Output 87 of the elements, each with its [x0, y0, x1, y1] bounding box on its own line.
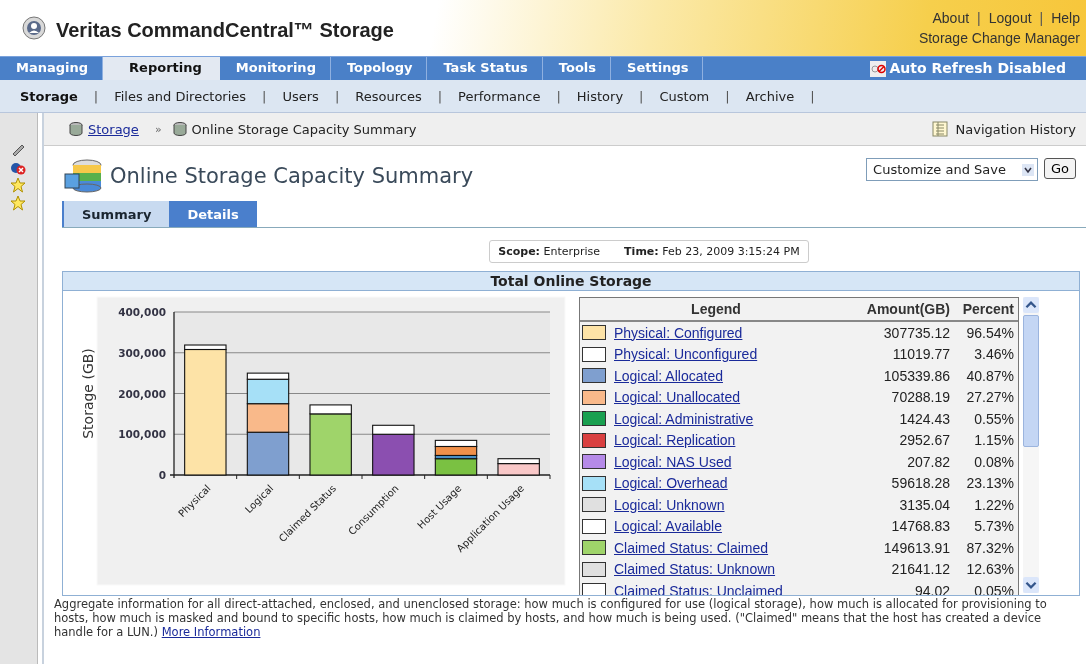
- link-separator: |: [1039, 10, 1044, 26]
- percent-cell-text: 12.63%: [965, 561, 1014, 578]
- percent-cell-text: 1.22%: [973, 496, 1014, 513]
- legend-link[interactable]: Logical: Allocated: [614, 367, 850, 384]
- amount-cell-text: 105339.86: [882, 367, 950, 384]
- amount-cell-text: 11019.77: [891, 346, 950, 363]
- legend-link[interactable]: Logical: Replication: [614, 432, 850, 449]
- page-title: Online Storage Capacity Summary: [110, 164, 474, 188]
- sub-tab[interactable]: Users: [282, 88, 319, 104]
- scope-text: Scope: Enterprise: [498, 245, 601, 258]
- view-tab[interactable]: Summary: [62, 201, 170, 227]
- tab-separator: |: [725, 88, 730, 104]
- main-tab[interactable]: Reporting: [103, 57, 220, 80]
- amount-cell-text: 70288.19: [890, 389, 950, 406]
- description-text: Aggregate information for all direct-attached, enclosed, and unenclosed storage: how much is configured for use (logical storage), how much is allocated for provisioning to hosts, how much is masked and bound to specific hosts, how much is claimed by hosts, and how much is being used. ("Claimed" means that the host has created a device handle for a LUN.) More Information: [54, 597, 1048, 639]
- tab-separator: |: [262, 88, 267, 104]
- tab-separator: |: [93, 88, 99, 104]
- view-tab[interactable]: Details: [169, 201, 257, 227]
- legend-link[interactable]: Claimed Status: Claimed: [614, 539, 850, 556]
- header-link[interactable]: About: [932, 10, 970, 26]
- percent-cell-text: 40.87%: [965, 367, 1014, 384]
- tab-separator: |: [639, 88, 644, 104]
- y-tick-label: 400,000: [118, 306, 166, 318]
- tab-separator: |: [556, 88, 561, 104]
- tab-separator: |: [810, 88, 815, 104]
- tab-separator: |: [437, 88, 443, 104]
- column-header: Percent: [961, 301, 1014, 317]
- legend-link[interactable]: Logical: NAS Used: [614, 453, 850, 470]
- auto-refresh-status: Auto Refresh Disabled: [889, 59, 1067, 78]
- amount-cell-text: 21641.12: [890, 561, 950, 578]
- legend-link[interactable]: Logical: Overhead: [614, 475, 850, 492]
- amount-cell-text: 207.82: [906, 453, 950, 470]
- customize-dropdown[interactable]: Customize and Save: [866, 158, 1038, 181]
- legend-link[interactable]: Physical: Configured: [614, 324, 850, 341]
- app-title: Veritas CommandCentral™ Storage: [56, 18, 394, 42]
- amount-cell-text: 149613.91: [882, 539, 950, 556]
- breadcrumb-separator: »: [154, 122, 162, 136]
- amount-cell-text: 3135.04: [898, 496, 950, 513]
- percent-cell-text: 3.46%: [973, 346, 1014, 363]
- y-tick-label: 200,000: [118, 387, 166, 400]
- sub-tab[interactable]: Storage: [20, 88, 78, 104]
- sub-tab[interactable]: Resources: [355, 88, 422, 104]
- navigation-history-link[interactable]: Navigation History: [955, 121, 1076, 137]
- y-axis-title: Storage (GB): [80, 348, 96, 439]
- amount-cell-text: 94.02: [913, 582, 950, 595]
- y-tick-label: 100,000: [118, 428, 166, 441]
- legend-link[interactable]: Logical: Available: [614, 518, 850, 535]
- percent-cell-text: 27.27%: [965, 389, 1014, 406]
- breadcrumb-current: Online Storage Capacity Summary: [191, 121, 417, 137]
- sub-tab[interactable]: Archive: [745, 88, 795, 104]
- percent-cell-text: 5.73%: [973, 518, 1014, 535]
- header-link[interactable]: Logout: [988, 10, 1032, 26]
- percent-cell-text: 0.05%: [973, 582, 1014, 595]
- breadcrumb-link[interactable]: Storage: [88, 121, 139, 137]
- sub-tab[interactable]: Files and Directories: [114, 88, 247, 104]
- legend-link[interactable]: Logical: Administrative: [614, 410, 850, 427]
- column-header: Amount(GB): [865, 301, 950, 317]
- legend-link[interactable]: Logical: Unallocated: [614, 389, 850, 406]
- y-tick-label: 300,000: [118, 346, 166, 359]
- y-tick-label: 0: [158, 469, 166, 481]
- percent-cell-text: 96.54%: [965, 324, 1014, 341]
- legend-link[interactable]: Logical: Unknown: [614, 496, 850, 513]
- panel-title: Total Online Storage: [63, 272, 1079, 291]
- percent-cell-text: 1.15%: [973, 432, 1014, 449]
- legend-link[interactable]: Claimed Status: Unknown: [614, 561, 850, 578]
- percent-cell-text: 87.32%: [965, 539, 1014, 556]
- time-text: Time: Feb 23, 2009 3:15:24 PM: [624, 245, 800, 258]
- sub-tab[interactable]: Performance: [458, 88, 541, 104]
- amount-cell-text: 307735.12: [882, 324, 950, 341]
- go-button[interactable]: Go: [1043, 158, 1076, 179]
- sub-tab[interactable]: Custom: [659, 88, 710, 104]
- more-information-link[interactable]: More Information: [161, 625, 261, 639]
- percent-cell-text: 0.08%: [973, 453, 1014, 470]
- tab-separator: |: [334, 88, 340, 104]
- percent-cell-text: 23.13%: [965, 475, 1014, 492]
- amount-cell-text: 2952.67: [898, 432, 950, 449]
- amount-cell-text: 14768.83: [890, 518, 950, 535]
- amount-cell-text: 59618.28: [890, 475, 950, 492]
- amount-cell-text: 1424.43: [898, 410, 950, 427]
- legend-link[interactable]: Physical: Unconfigured: [614, 346, 850, 363]
- column-header: Legend: [690, 301, 742, 317]
- link-separator: |: [977, 10, 981, 26]
- sub-tab[interactable]: History: [576, 88, 624, 104]
- product-name: Storage Change Manager: [918, 30, 1080, 46]
- header-link[interactable]: Help: [1051, 10, 1080, 26]
- percent-cell-text: 0.55%: [973, 410, 1014, 427]
- legend-link[interactable]: Claimed Status: Unclaimed: [614, 582, 850, 595]
